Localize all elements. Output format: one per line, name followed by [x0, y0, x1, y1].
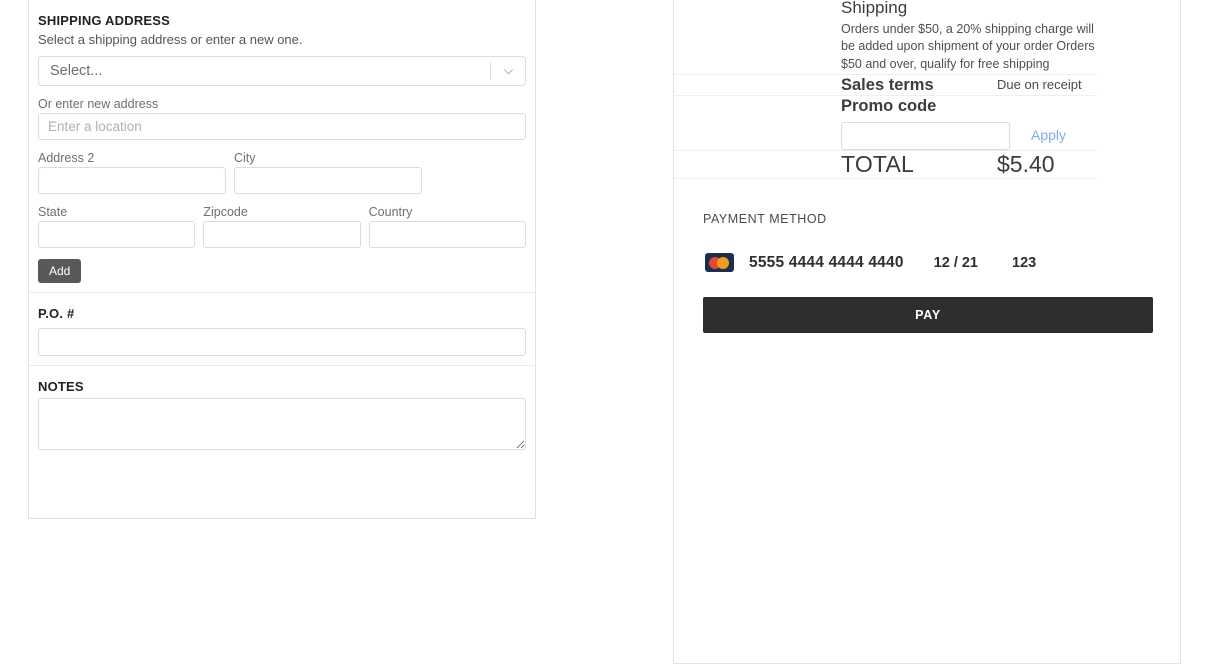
table-row: Shipping Orders under $50, a 20% shippin… — [674, 0, 1097, 75]
apply-promo-link[interactable]: Apply — [1031, 127, 1066, 145]
shipping-address-title: SHIPPING ADDRESS — [38, 13, 171, 28]
spacer-cell — [674, 74, 841, 96]
table-row: Promo code Apply — [674, 96, 1097, 151]
city-label: City — [234, 151, 256, 165]
spacer-cell — [674, 0, 841, 74]
zipcode-label: Zipcode — [203, 205, 248, 219]
total-value: $5.40 — [997, 151, 1055, 177]
po-number-input[interactable] — [38, 328, 526, 356]
card-number: 5555 4444 4444 4440 — [749, 253, 904, 271]
notes-section: NOTES — [29, 366, 535, 459]
location-input[interactable] — [38, 113, 526, 140]
mastercard-icon — [705, 253, 734, 272]
sales-terms-label: Sales terms — [841, 75, 934, 94]
chevron-down-icon[interactable] — [491, 64, 525, 79]
country-input[interactable] — [368, 221, 526, 248]
shipping-address-select[interactable]: Select... — [38, 56, 526, 86]
shipping-cell: Shipping Orders under $50, a 20% shippin… — [841, 0, 1097, 74]
shipping-address-subtitle: Select a shipping address or enter a new… — [38, 32, 303, 47]
address2-label: Address 2 — [38, 151, 95, 165]
add-address-button[interactable]: Add — [38, 259, 82, 283]
card-cvc: 123 — [1012, 254, 1037, 271]
new-address-label: Or enter new address — [38, 97, 159, 111]
table-row: TOTAL $5.40 — [674, 151, 1097, 179]
country-label: Country — [368, 205, 413, 219]
total-label: TOTAL — [841, 151, 914, 177]
payment-card-row[interactable]: 5555 4444 4444 4440 12 / 21 123 — [705, 253, 1180, 272]
promo-code-label: Promo code — [841, 97, 937, 116]
shipping-label: Shipping — [841, 0, 908, 18]
order-summary-panel: Subtotal $5.00 Tax $0.40 Shipping Orders… — [673, 0, 1181, 664]
payment-method-title: PAYMENT METHOD — [703, 212, 827, 226]
card-expiry: 12 / 21 — [933, 254, 978, 271]
promo-code-cell: Promo code Apply — [841, 96, 1097, 151]
city-input[interactable] — [234, 167, 422, 194]
shipping-address-select-value: Select... — [50, 63, 103, 79]
state-input[interactable] — [38, 221, 196, 248]
order-summary-table: Subtotal $5.00 Tax $0.40 Shipping Orders… — [674, 0, 1097, 179]
shipping-address-section: SHIPPING ADDRESS Select a shipping addre… — [29, 0, 535, 293]
notes-title: NOTES — [38, 379, 84, 394]
notes-textarea[interactable] — [38, 398, 526, 450]
table-row: Sales terms Due on receipt — [674, 74, 1097, 96]
sales-terms-value: Due on receipt — [997, 77, 1082, 93]
po-number-section: P.O. # — [29, 293, 535, 366]
pay-button[interactable]: PAY — [703, 297, 1153, 333]
spacer-cell — [674, 151, 841, 179]
po-number-title: P.O. # — [38, 306, 75, 321]
checkout-form-panel: store100a@test.com SHIPPING ADDRESS Sele… — [28, 0, 536, 519]
spacer-cell — [674, 96, 841, 151]
shipping-description: Orders under $50, a 20% shipping charge … — [841, 21, 1095, 72]
state-label: State — [38, 205, 68, 219]
zipcode-input[interactable] — [203, 221, 361, 248]
address2-input[interactable] — [38, 167, 226, 194]
promo-code-input[interactable] — [841, 122, 1010, 150]
mastercard-right-circle — [717, 256, 729, 269]
